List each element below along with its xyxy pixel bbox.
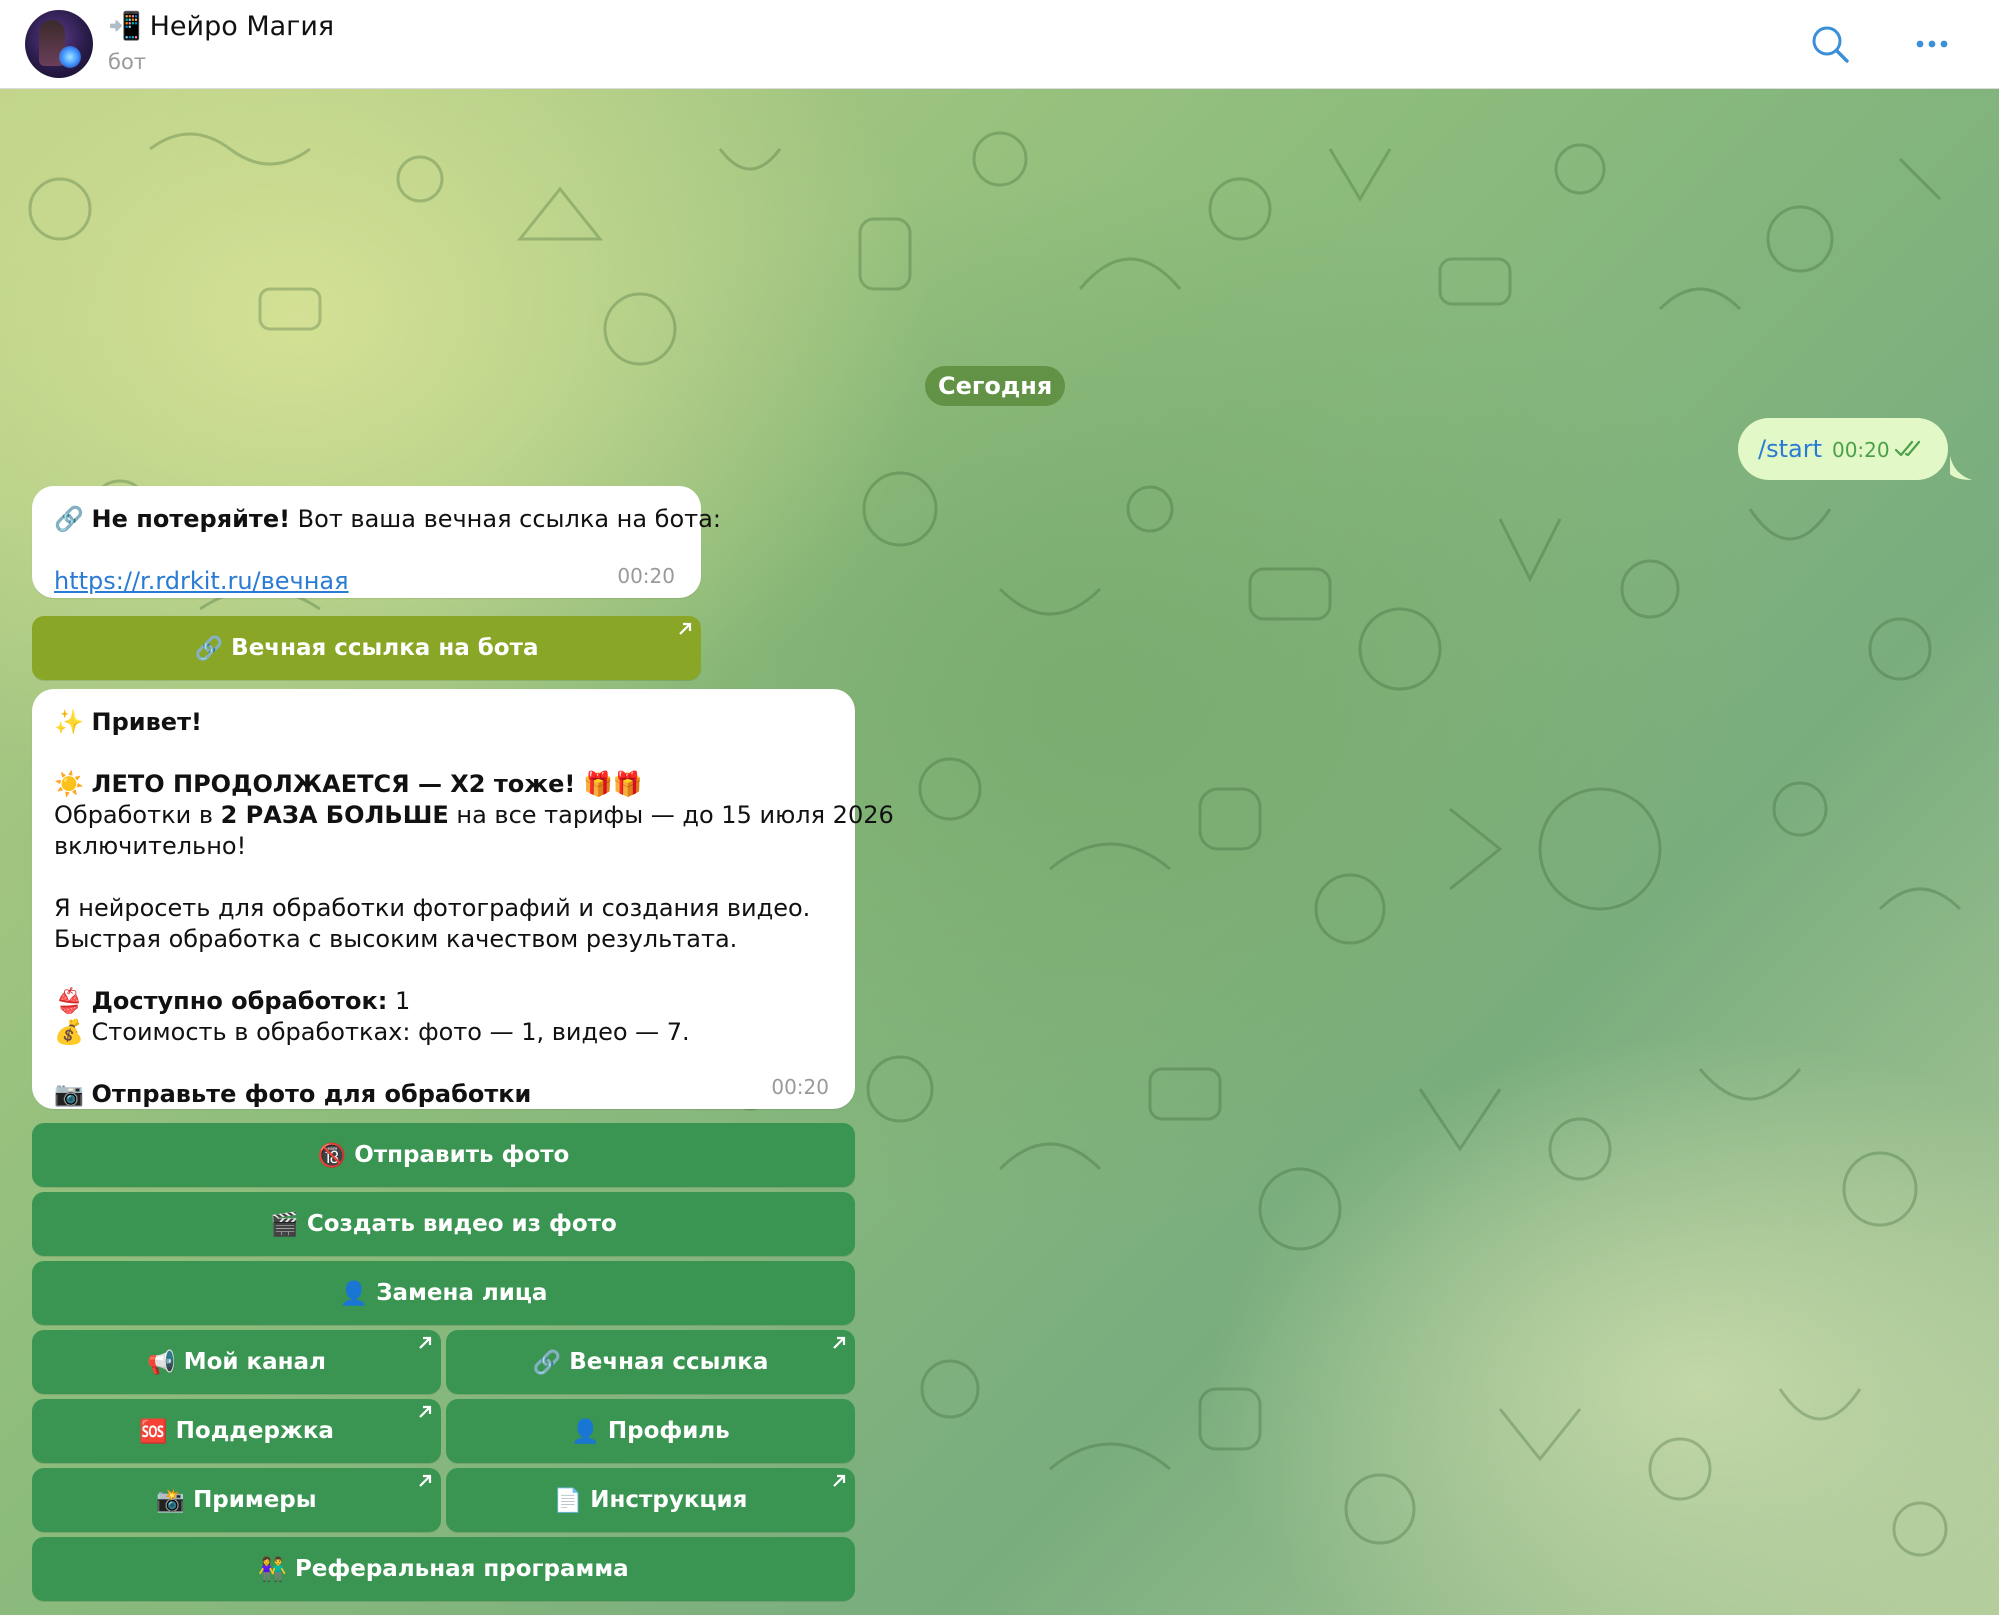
send-photo-button[interactable]: 🔞 Отправить фото <box>32 1123 855 1187</box>
camera-flash-emoji-icon: 📸 <box>156 1487 186 1514</box>
bikini-emoji-icon: 👙 <box>54 987 84 1015</box>
people-emoji-icon: 👫 <box>258 1556 287 1583</box>
date-separator: Сегодня <box>925 366 1066 406</box>
read-checkmarks-icon <box>1894 422 1924 484</box>
chat-header: 📲 Нейро Магия бот <box>0 0 1999 89</box>
chat-subtitle: бот <box>108 50 147 74</box>
external-arrow-icon <box>833 1474 846 1487</box>
promo-bold: 2 РАЗА БОЛЬШЕ <box>220 801 449 829</box>
promo-title: ЛЕТО ПРОДОЛЖАЕТСЯ — X2 тоже! <box>91 770 576 798</box>
support-button[interactable]: 🆘 Поддержка <box>32 1399 441 1463</box>
chat-title[interactable]: 📲 Нейро Магия <box>108 10 334 42</box>
external-arrow-icon <box>419 1405 432 1418</box>
button-label: Вечная ссылка на бота <box>231 635 539 661</box>
external-arrow-icon <box>419 1474 432 1487</box>
promo-line2: включительно! <box>54 832 247 860</box>
sos-emoji-icon: 🆘 <box>139 1418 168 1445</box>
message-time: 00:20 <box>617 564 675 588</box>
face-swap-button[interactable]: 👤 Замена лица <box>32 1261 855 1325</box>
message-time: 00:20 <box>1831 438 1890 462</box>
external-arrow-icon <box>833 1336 846 1349</box>
bot-message-welcome: ✨ Привет! ☀️ ЛЕТО ПРОДОЛЖАЕТСЯ — X2 тоже… <box>32 689 894 1109</box>
my-channel-button[interactable]: 📢 Мой канал <box>32 1330 441 1394</box>
megaphone-emoji-icon: 📢 <box>147 1349 176 1376</box>
phone-emoji-icon: 📲 <box>108 11 142 42</box>
button-label: Создать видео из фото <box>306 1211 617 1237</box>
examples-button[interactable]: 📸 Примеры <box>32 1468 441 1532</box>
cost-text: Стоимость в обработках: фото — 1, видео … <box>91 1018 690 1046</box>
message1-text: 🔗 Не потеряйте! Вот ваша вечная ссылка н… <box>54 504 721 535</box>
promo-line-end: на все тарифы — до 15 июля 2026 <box>448 801 894 829</box>
profile-button[interactable]: 👤 Профиль <box>446 1399 855 1463</box>
sparkles-emoji-icon: ✨ <box>54 708 84 736</box>
message1-bold: Не потеряйте! <box>91 505 291 533</box>
button-label: Примеры <box>193 1487 317 1513</box>
document-emoji-icon: 📄 <box>553 1487 583 1514</box>
sun-emoji-icon: ☀️ <box>54 770 84 798</box>
promo-line-start: Обработки в <box>54 801 221 829</box>
external-arrow-icon <box>679 622 692 635</box>
money-bag-emoji-icon: 💰 <box>54 1018 84 1046</box>
avatar-glow <box>59 46 81 68</box>
link-emoji-icon: 🔗 <box>54 505 84 533</box>
cta-text: Отправьте фото для обработки <box>91 1080 532 1108</box>
button-label: Профиль <box>607 1418 730 1444</box>
link-emoji-icon: 🔗 <box>194 635 224 662</box>
camera-emoji-icon: 📷 <box>54 1080 84 1108</box>
more-options-icon[interactable] <box>1910 22 1954 66</box>
external-arrow-icon <box>419 1336 432 1349</box>
bot-message-link: 🔗 Не потеряйте! Вот ваша вечная ссылка н… <box>32 486 721 598</box>
available-value: 1 <box>387 987 411 1015</box>
button-label: Отправить фото <box>354 1142 570 1168</box>
bubble-tail <box>1950 456 1972 480</box>
button-label: Поддержка <box>175 1418 334 1444</box>
outgoing-message[interactable]: /start 00:20 <box>1738 418 1948 480</box>
clapper-emoji-icon: 🎬 <box>270 1211 299 1238</box>
eternal-link-button[interactable]: 🔗 Вечная ссылка <box>446 1330 855 1394</box>
message-time: 00:20 <box>771 1075 829 1099</box>
outgoing-command[interactable]: /start <box>1758 435 1822 463</box>
description-line1: Я нейросеть для обработки фотографий и с… <box>54 894 811 922</box>
bot-avatar[interactable] <box>25 10 93 78</box>
message1-rest: Вот ваша вечная ссылка на бота: <box>290 505 721 533</box>
chat-title-text: Нейро Магия <box>149 11 335 42</box>
button-label: Реферальная программа <box>294 1556 629 1582</box>
available-label: Доступно обработок: <box>91 987 388 1015</box>
greeting-text: Привет! <box>91 708 202 736</box>
create-video-button[interactable]: 🎬 Создать видео из фото <box>32 1192 855 1256</box>
description-line2: Быстрая обработка с высоким качеством ре… <box>54 925 738 953</box>
link-emoji-icon: 🔗 <box>532 1349 562 1376</box>
button-label: Мой канал <box>183 1349 326 1375</box>
button-label: Замена лица <box>376 1280 548 1306</box>
instruction-button[interactable]: 📄 Инструкция <box>446 1468 855 1532</box>
button-label: Вечная ссылка <box>569 1349 769 1375</box>
eternal-link-bot-button[interactable]: 🔗 Вечная ссылка на бота <box>32 616 701 680</box>
chat-area[interactable]: Сегодня /start 00:20 🔗 Не потеряйте! Вот … <box>0 89 1999 1615</box>
button-label: Инструкция <box>590 1487 748 1513</box>
person-emoji-icon: 👤 <box>571 1418 600 1445</box>
gift-emoji-icon: 🎁🎁 <box>583 770 643 798</box>
person-emoji-icon: 👤 <box>339 1280 369 1307</box>
referral-program-button[interactable]: 👫 Реферальная программа <box>32 1537 855 1601</box>
search-icon[interactable] <box>1808 22 1852 66</box>
bot-eternal-link[interactable]: https://r.rdrkit.ru/вечная <box>54 567 349 595</box>
no-under-18-emoji-icon: 🔞 <box>317 1142 347 1169</box>
